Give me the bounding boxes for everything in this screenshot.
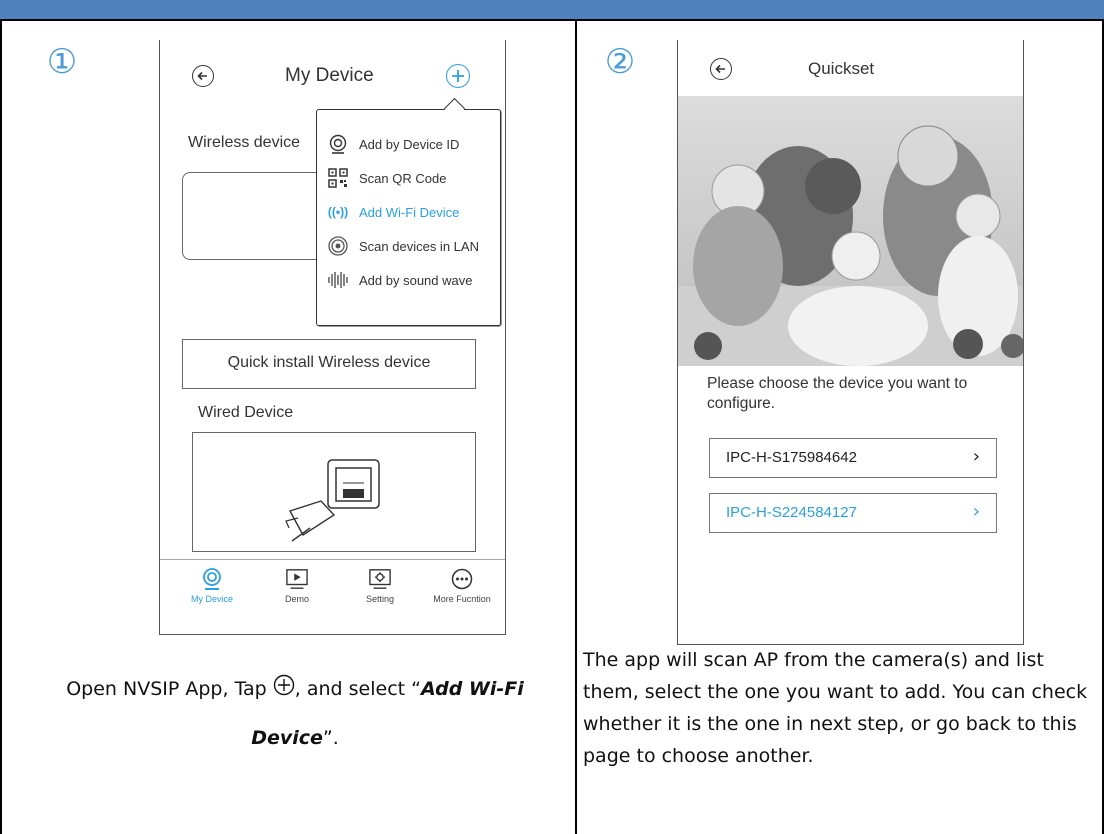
menu-item-label: Add by Device ID [359, 136, 460, 152]
add-device-menu: Add by Device ID Scan QR Code ((•)) Add … [316, 97, 501, 326]
quick-install-label: Quick install Wireless device [227, 354, 431, 371]
camera-icon [327, 133, 349, 155]
tab-label: Demo [284, 594, 309, 604]
sound-wave-icon [327, 269, 349, 291]
caption-text: ”. [322, 726, 339, 749]
back-arrow-icon[interactable] [192, 65, 214, 87]
gear-icon [369, 568, 391, 590]
wired-device-panel[interactable] [192, 432, 476, 552]
menu-item-label: Scan QR Code [359, 170, 447, 186]
table-header-bar [0, 0, 1104, 21]
bottom-tab-bar: My Device Demo Setting More Fucntion [160, 559, 505, 634]
device-name: IPC-H-S224584127 [726, 504, 857, 521]
tab-my-device[interactable]: My Device [172, 568, 252, 604]
tab-demo[interactable]: Demo [257, 568, 337, 604]
camera-icon [201, 568, 223, 590]
menu-item-scan-qr-code[interactable]: Scan QR Code [327, 165, 446, 191]
more-dots-icon [451, 568, 473, 590]
instruction-table: ① ② My Device Wireless device Add by Dev… [0, 19, 1104, 834]
step-number-2: ② [604, 42, 636, 82]
phone-screen-quickset: Quickset Please choose the device you wa… [677, 40, 1024, 645]
caption-text: , and select “ [294, 678, 421, 700]
chevron-right-icon: › [972, 446, 980, 467]
table-border-left [0, 19, 2, 834]
tab-setting[interactable]: Setting [340, 568, 420, 604]
tab-more-function[interactable]: More Fucntion [422, 568, 502, 604]
add-plus-icon [273, 666, 295, 714]
add-plus-icon[interactable] [446, 64, 470, 88]
menu-item-label: Scan devices in LAN [359, 238, 479, 254]
menu-item-add-by-sound-wave[interactable]: Add by sound wave [327, 267, 472, 293]
device-name: IPC-H-S175984642 [726, 449, 857, 466]
page-title: My Device [285, 65, 374, 86]
tab-label: More Fucntion [433, 594, 491, 604]
menu-item-label: Add Wi-Fi Device [359, 204, 460, 220]
menu-item-scan-devices-lan[interactable]: Scan devices in LAN [327, 233, 479, 259]
menu-item-add-wifi-device[interactable]: ((•)) Add Wi-Fi Device [327, 199, 460, 225]
device-row[interactable]: IPC-H-S224584127 › [709, 493, 997, 533]
family-photo [678, 96, 1023, 366]
ethernet-port-icon [285, 459, 380, 542]
quick-install-button[interactable]: Quick install Wireless device [182, 339, 476, 389]
play-icon [286, 568, 308, 590]
menu-item-add-by-device-id[interactable]: Add by Device ID [327, 131, 459, 157]
phone-screen-my-device: My Device Wireless device Add by Device … [159, 40, 506, 635]
qr-code-icon [327, 167, 349, 189]
wifi-signal-icon: ((•)) [327, 205, 349, 219]
caption-text: Open NVSIP App, Tap [66, 678, 273, 700]
chevron-right-icon: › [972, 501, 980, 522]
step-number-1: ① [46, 42, 78, 82]
wired-device-label: Wired Device [198, 404, 294, 421]
page-title: Quickset [808, 59, 875, 78]
wireless-device-label: Wireless device [188, 134, 301, 151]
back-arrow-icon[interactable] [710, 58, 732, 80]
tab-label: Setting [365, 594, 395, 604]
tab-label: My Device [190, 594, 233, 604]
step1-caption: Open NVSIP App, Tap , and select “Add Wi… [30, 665, 560, 762]
step2-caption: The app will scan AP from the camera(s) … [583, 649, 1088, 767]
wireless-device-panel [182, 172, 333, 260]
menu-item-label: Add by sound wave [359, 272, 473, 288]
choose-device-prompt: Please choose the device you want to con… [707, 375, 968, 412]
device-row[interactable]: IPC-H-S175984642 › [709, 438, 997, 478]
table-border-middle [575, 19, 577, 834]
lan-scan-icon [327, 235, 349, 257]
